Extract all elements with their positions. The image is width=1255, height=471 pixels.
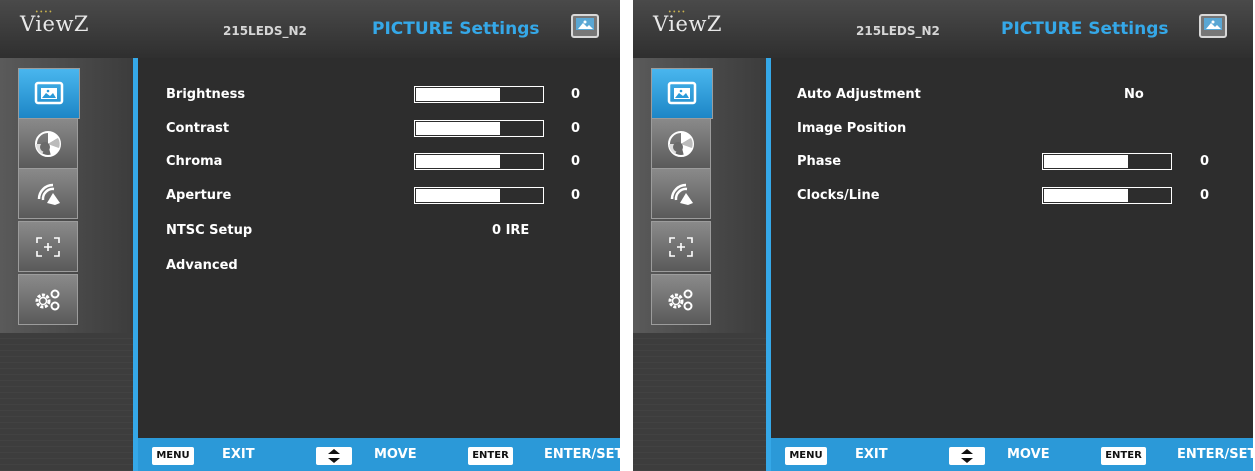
osd-footer: MENU EXIT MOVE ENTER ENTER/SET [771, 438, 1253, 471]
tab-position[interactable] [651, 221, 711, 272]
row-label-brightness[interactable]: Brightness [166, 87, 245, 102]
picture-icon [571, 14, 599, 38]
row-label-clocks-line[interactable]: Clocks/Line [797, 188, 880, 203]
exit-label: EXIT [222, 447, 255, 462]
osd-panel-right: ViewZ •••• 215LEDS_N2 PICTURE Settings Au… [633, 0, 1253, 471]
picture-icon [667, 81, 697, 104]
brand-logo: ViewZ •••• [20, 9, 90, 36]
menu-title: PICTURE Settings [372, 19, 540, 39]
gears-icon [35, 289, 60, 310]
gears-icon [668, 289, 693, 310]
chroma-slider[interactable] [414, 153, 544, 170]
brightness-slider[interactable] [414, 86, 544, 103]
contrast-slider[interactable] [414, 120, 544, 137]
aperture-value: 0 [571, 188, 581, 203]
osd-header: ViewZ •••• 215LEDS_N2 PICTURE Settings [0, 0, 620, 58]
signal-icon [37, 183, 60, 205]
menu-key[interactable]: MENU [152, 447, 194, 465]
tab-signal[interactable] [18, 168, 78, 219]
settings-list: Brightness 0 Contrast 0 Chroma 0 Apertur… [138, 58, 620, 438]
brand-logo: ViewZ •••• [653, 9, 723, 36]
model-name: 215LEDS_N2 [223, 24, 307, 38]
aperture-slider[interactable] [414, 187, 544, 204]
tab-settings[interactable] [18, 274, 78, 325]
menu-title: PICTURE Settings [1001, 19, 1169, 39]
color-wheel-icon [668, 130, 694, 157]
up-down-arrow-icon[interactable] [949, 447, 985, 465]
row-label-image-position[interactable]: Image Position [797, 121, 906, 136]
row-label-contrast[interactable]: Contrast [166, 121, 229, 136]
brightness-value: 0 [571, 87, 581, 102]
position-crosshair-icon [669, 236, 693, 257]
color-wheel-icon [35, 130, 61, 157]
position-crosshair-icon [36, 236, 60, 257]
enter-set-label: ENTER/SET [544, 447, 620, 462]
clocks-line-value: 0 [1200, 188, 1210, 203]
row-label-aperture[interactable]: Aperture [166, 188, 231, 203]
tab-settings[interactable] [651, 274, 711, 325]
row-label-advanced[interactable]: Advanced [166, 258, 238, 273]
auto-adjustment-value: No [1124, 87, 1144, 102]
row-label-ntsc-setup[interactable]: NTSC Setup [166, 223, 252, 238]
picture-icon [1199, 14, 1227, 38]
row-label-chroma[interactable]: Chroma [166, 154, 222, 169]
tab-picture[interactable] [18, 68, 80, 119]
move-label: MOVE [1007, 447, 1050, 462]
row-label-phase[interactable]: Phase [797, 154, 841, 169]
sidebar [0, 58, 133, 471]
model-name: 215LEDS_N2 [856, 24, 940, 38]
tab-color[interactable] [651, 118, 711, 169]
tab-color[interactable] [18, 118, 78, 169]
tab-picture[interactable] [651, 68, 713, 119]
tab-position[interactable] [18, 221, 78, 272]
chroma-value: 0 [571, 154, 581, 169]
sidebar [633, 58, 766, 471]
row-label-auto-adjustment[interactable]: Auto Adjustment [797, 87, 921, 102]
settings-list: Auto Adjustment No Image Position Phase … [771, 58, 1253, 438]
phase-slider[interactable] [1042, 153, 1172, 170]
osd-header: ViewZ •••• 215LEDS_N2 PICTURE Settings [633, 0, 1253, 58]
enter-key[interactable]: ENTER [468, 447, 513, 465]
clocks-line-slider[interactable] [1042, 187, 1172, 204]
menu-key[interactable]: MENU [785, 447, 827, 465]
enter-key[interactable]: ENTER [1101, 447, 1146, 465]
exit-label: EXIT [855, 447, 888, 462]
phase-value: 0 [1200, 154, 1210, 169]
osd-panel-left: ViewZ •••• 215LEDS_N2 PICTURE Settings Br… [0, 0, 620, 471]
tab-signal[interactable] [651, 168, 711, 219]
signal-icon [670, 183, 693, 205]
ntsc-setup-value: 0 IRE [492, 223, 530, 238]
move-label: MOVE [374, 447, 417, 462]
osd-footer: MENU EXIT MOVE ENTER ENTER/SET [138, 438, 620, 471]
enter-set-label: ENTER/SET [1177, 447, 1253, 462]
picture-icon [34, 81, 64, 104]
up-down-arrow-icon[interactable] [316, 447, 352, 465]
contrast-value: 0 [571, 121, 581, 136]
